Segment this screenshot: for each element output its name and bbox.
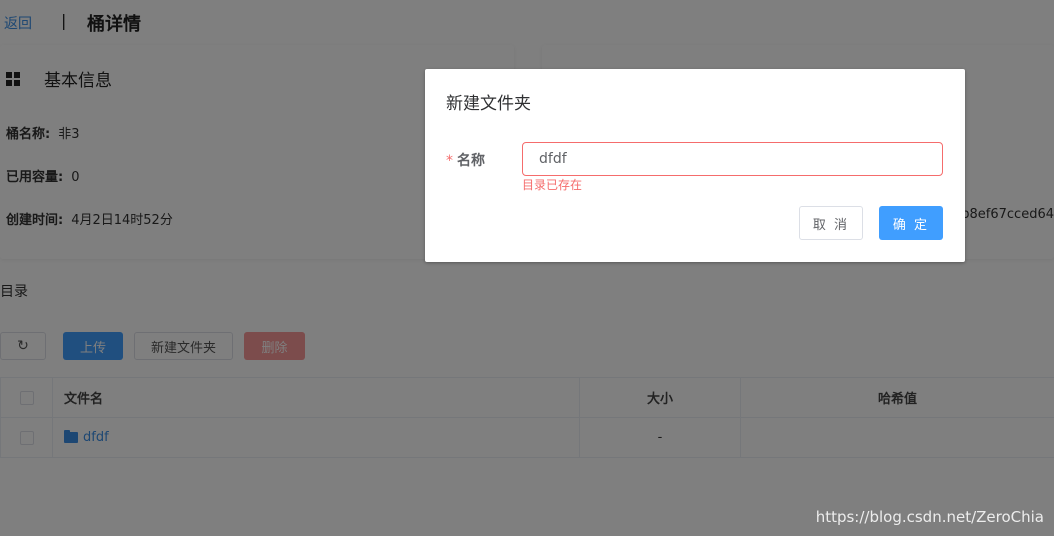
dialog-title: 新建文件夹 — [446, 94, 531, 114]
confirm-button[interactable]: 确 定 — [879, 206, 943, 240]
required-mark: * — [446, 153, 453, 169]
folder-name-label-text: 名称 — [457, 153, 485, 169]
folder-name-error: 目录已存在 — [522, 178, 583, 192]
bucket-detail-page: 返回 | 桶详情 基本信息 桶名称:非3 已用容量:0 创建时间:4月2日14时… — [0, 0, 1054, 536]
folder-name-input[interactable] — [522, 142, 943, 176]
watermark-text: https://blog.csdn.net/ZeroChia — [815, 508, 1044, 526]
cancel-button[interactable]: 取 消 — [799, 206, 863, 240]
folder-name-label: * 名称 — [446, 150, 485, 170]
new-folder-dialog: 新建文件夹 *名称 目录已存在 取 消 确 定 — [425, 69, 965, 262]
